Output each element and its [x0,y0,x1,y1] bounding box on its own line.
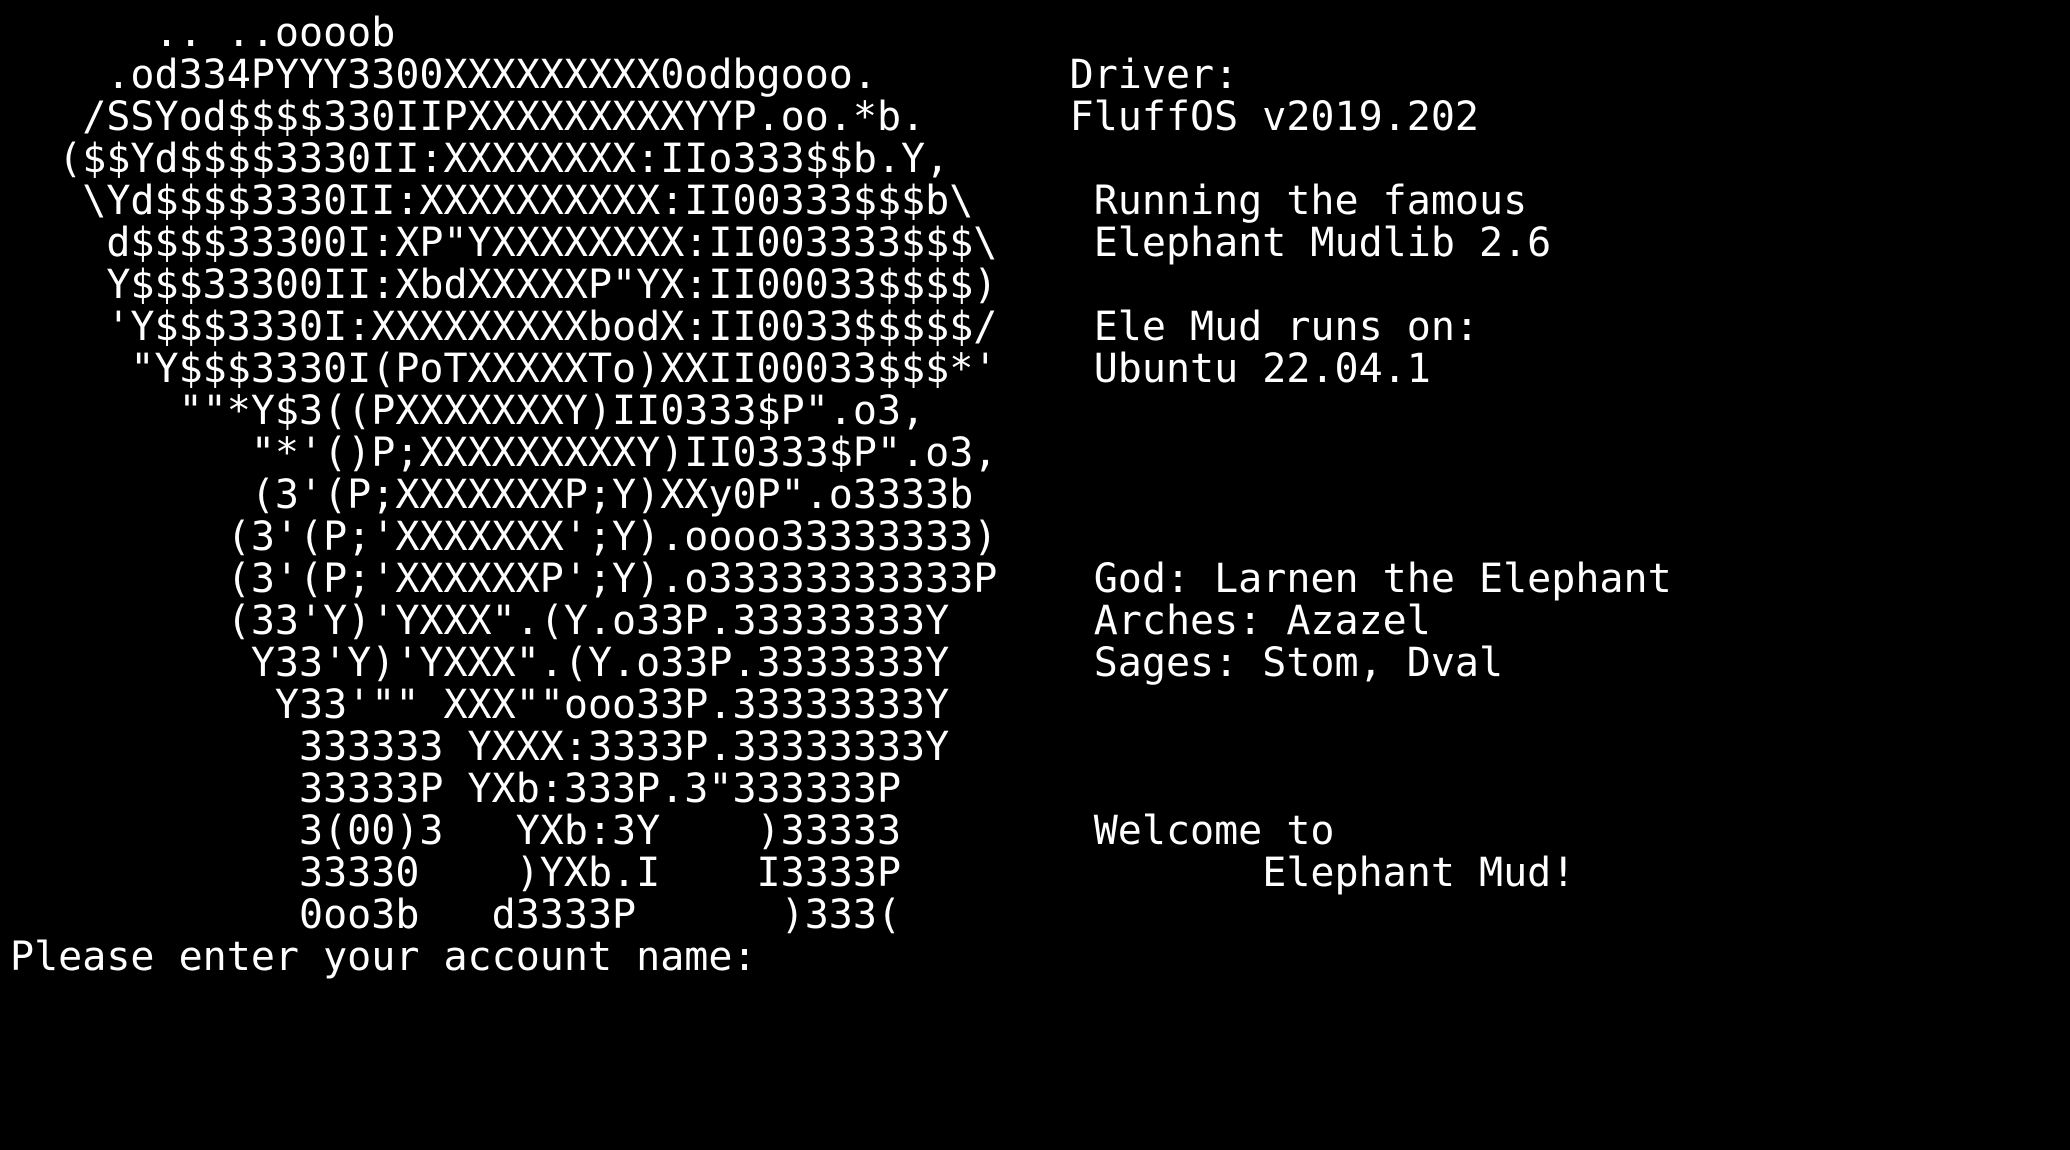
ascii-art-line: "*'()P;XXXXXXXXXY)II0333$P".o3, [10,430,998,476]
ascii-art-line: Y$$$33300II:XbdXXXXXP"YX:II00033$$$$) [10,262,998,308]
ascii-art-line: 0oo3b d3333P )333( [10,892,902,938]
account-name-prompt-label: Please enter your account name: [10,934,781,980]
ascii-art-line: \Yd$$$$3330II:XXXXXXXXXX:II00333$$$b\ Ru… [10,178,1528,224]
ascii-art-line: (3'(P;'XXXXXXP';Y).o33333333333P God: La… [10,556,1672,602]
ascii-art-line: .. ..oooob [10,10,396,56]
ascii-art-line: 33330 )YXb.I I3333P Elephant Mud! [10,850,1576,896]
terminal-window[interactable]: .. ..oooob .od334PYYY3300XXXXXXXXX0odbgo… [0,0,2070,1150]
ascii-art-line: d$$$$33300I:XP"YXXXXXXXX:II003333$$$\ El… [10,220,1552,266]
ascii-art-line: 3(00)3 YXb:3Y )33333 Welcome to [10,808,1335,854]
terminal-output: .. ..oooob .od334PYYY3300XXXXXXXXX0odbgo… [10,12,1672,978]
ascii-art-line: 'Y$$$3330I:XXXXXXXXXbodX:II0033$$$$$/ El… [10,304,1480,350]
ascii-art-line: Y33'Y)'YXXX".(Y.o33P.3333333Y Sages: Sto… [10,640,1504,686]
ascii-art-line: (3'(P;'XXXXXXX';Y).oooo33333333) [10,514,998,560]
ascii-art-line: "Y$$$3330I(PoTXXXXXTo)XXII00033$$$*' Ubu… [10,346,1431,392]
ascii-art-line: 33333P YXb:333P.3"333333P [10,766,902,812]
ascii-art-line: .od334PYYY3300XXXXXXXXX0odbgooo. Driver: [10,52,1239,98]
ascii-art-line: ($$Yd$$$$3330II:XXXXXXXX:IIo333$$b.Y, [10,136,950,182]
ascii-art-line: Y33'"" XXX""ooo33P.33333333Y [10,682,950,728]
account-name-prompt[interactable]: Please enter your account name: [10,936,1672,978]
ascii-art-line: (3'(P;XXXXXXXP;Y)XXy0P".o3333b [10,472,974,518]
ascii-art-line: (33'Y)'YXXX".(Y.o33P.33333333Y Arches: A… [10,598,1431,644]
ascii-art-line: ""*Y$3((PXXXXXXXY)II0333$P".o3, [10,388,926,434]
ascii-art-line: /SSYod$$$$330IIPXXXXXXXXXYYP.oo.*b. Fluf… [10,94,1480,140]
ascii-art-line: 333333 YXXX:3333P.33333333Y [10,724,950,770]
